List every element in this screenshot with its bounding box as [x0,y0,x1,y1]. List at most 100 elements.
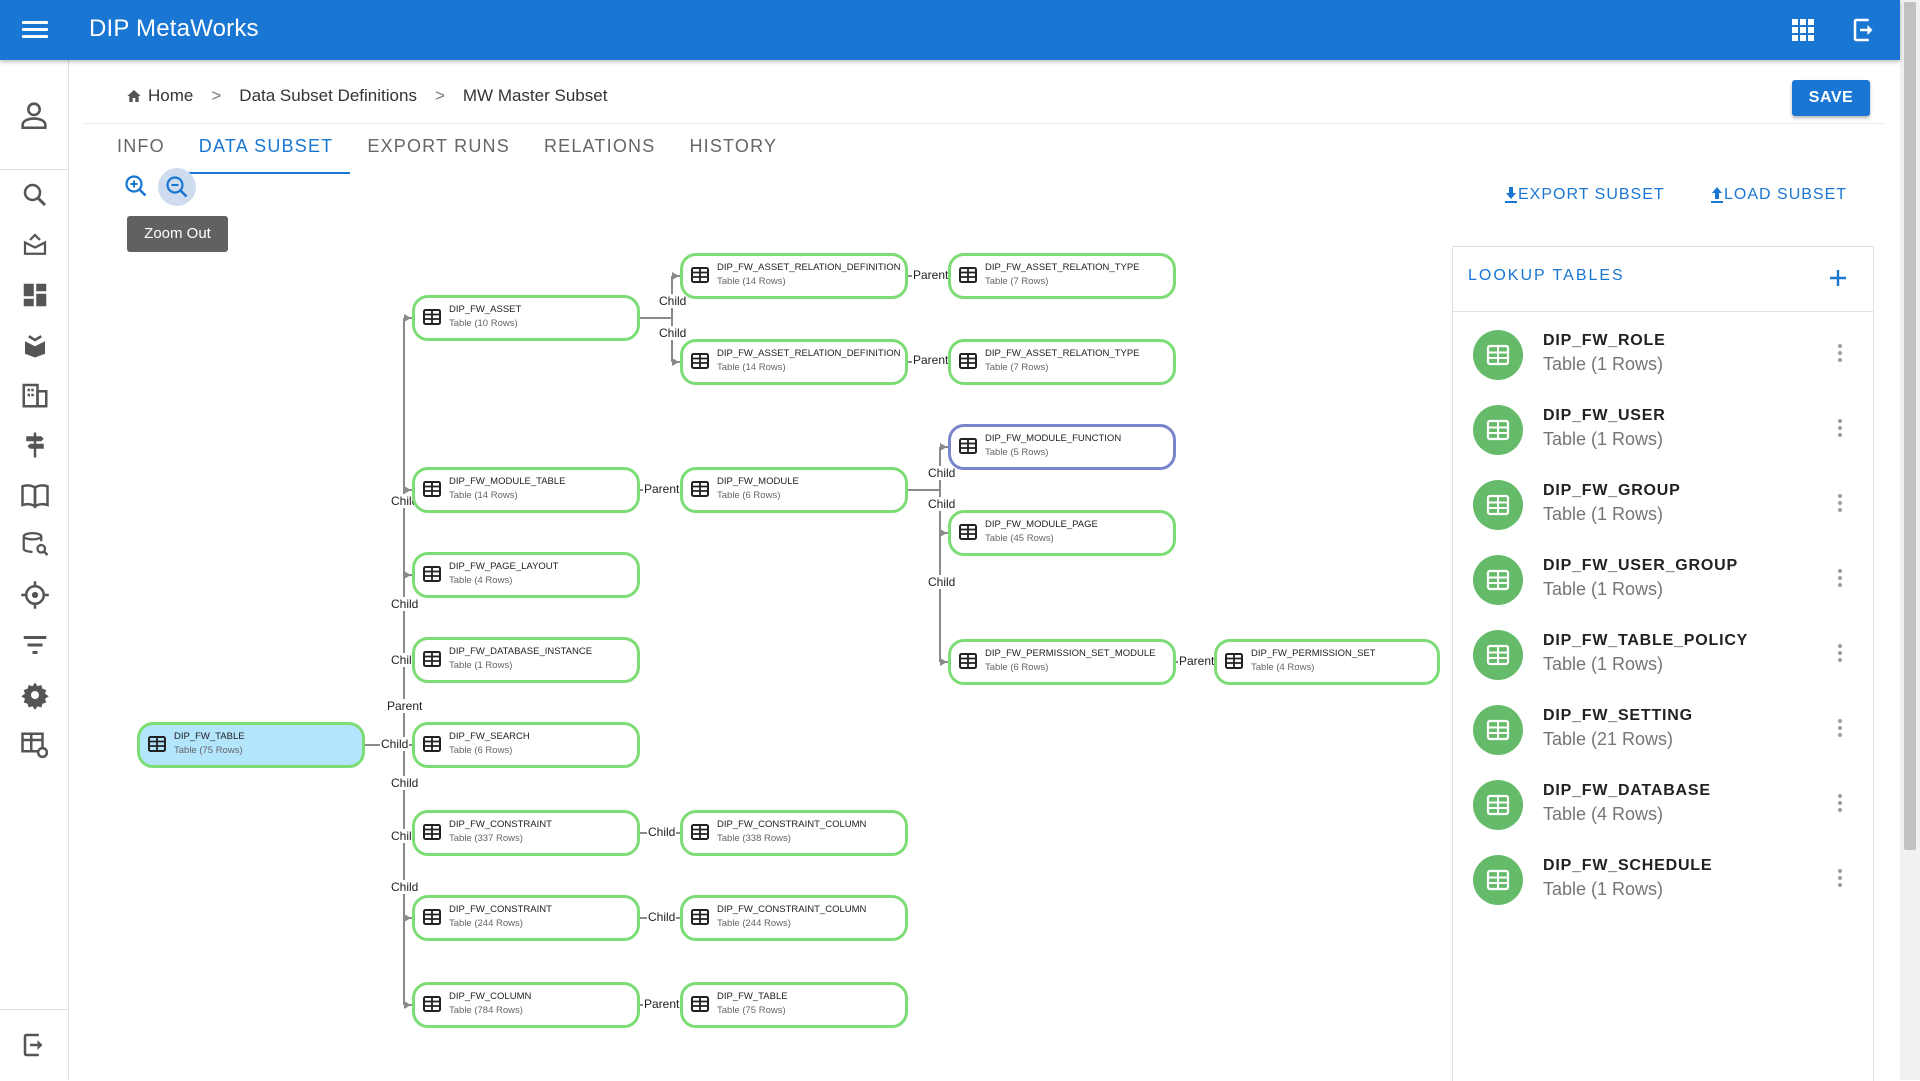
lookup-table-row[interactable]: DIP_FW_SCHEDULE Table (1 Rows) [1453,843,1873,918]
table-icon [691,353,709,374]
table-node[interactable]: DIP_FW_TABLE Table (75 Rows) [680,982,908,1028]
table-avatar-icon [1473,330,1523,380]
table-node[interactable]: DIP_FW_MODULE_TABLE Table (14 Rows) [412,467,640,513]
scrollbar-thumb[interactable] [1904,2,1916,850]
table-node[interactable]: DIP_FW_CONSTRAINT Table (244 Rows) [412,895,640,941]
table-icon [423,309,441,330]
more-vert-icon[interactable] [1828,342,1852,366]
table-node[interactable]: DIP_FW_ASSET_RELATION_TYPE Table (7 Rows) [948,339,1176,385]
more-vert-icon[interactable] [1828,717,1852,741]
table-icon [423,909,441,930]
lookup-table-rows: Table (1 Rows) [1543,879,1664,899]
lookup-table-rows: Table (1 Rows) [1543,579,1664,599]
more-vert-icon[interactable] [1828,492,1852,516]
table-node[interactable]: DIP_FW_MODULE Table (6 Rows) [680,467,908,513]
table-node[interactable]: DIP_FW_SEARCH Table (6 Rows) [412,722,640,768]
table-node[interactable]: DIP_FW_PERMISSION_SET_MODULE Table (6 Row… [948,639,1176,685]
lookup-table-row[interactable]: DIP_FW_SETTING Table (21 Rows) [1453,693,1873,768]
edge-label: Child [658,294,688,308]
edge-label: Child [390,880,420,894]
table-icon [1225,653,1243,674]
menu-icon[interactable] [22,18,48,42]
table-icon [423,736,441,757]
export-subset-label: EXPORT SUBSET [1518,186,1665,203]
more-vert-icon[interactable] [1828,792,1852,816]
lookup-table-row[interactable]: DIP_FW_DATABASE Table (4 Rows) [1453,768,1873,843]
load-subset-label: LOAD SUBSET [1724,186,1848,203]
table-node[interactable]: DIP_FW_ASSET_RELATION_DEFINITION Table (1… [680,339,908,385]
edge-label: Child [390,776,420,790]
table-avatar-icon [1473,555,1523,605]
table-icon [423,481,441,502]
more-vert-icon[interactable] [1828,417,1852,441]
save-button[interactable]: SAVE [1792,80,1870,116]
lookup-table-name: DIP_FW_SCHEDULE [1543,857,1713,874]
table-avatar-icon [1473,855,1523,905]
table-node[interactable]: DIP_FW_COLUMN Table (784 Rows) [412,982,640,1028]
table-node[interactable]: DIP_FW_DATABASE_INSTANCE Table (1 Rows) [412,637,640,683]
table-node[interactable]: DIP_FW_ASSET_RELATION_DEFINITION Table (1… [680,253,908,299]
lookup-table-row[interactable]: DIP_FW_ROLE Table (1 Rows) [1453,318,1873,393]
edge-label: Parent [912,353,950,367]
edge-label: Child [647,825,677,839]
app-bar: DIP MetaWorks [0,0,1900,60]
table-node[interactable]: DIP_FW_ASSET_RELATION_TYPE Table (7 Rows) [948,253,1176,299]
lookup-table-rows: Table (4 Rows) [1543,804,1664,824]
edge-label: Parent [912,268,950,282]
lookup-table-rows: Table (1 Rows) [1543,429,1664,449]
lookup-table-row[interactable]: DIP_FW_USER_GROUP Table (1 Rows) [1453,543,1873,618]
more-vert-icon[interactable] [1828,642,1852,666]
edge-label: Child [927,497,957,511]
lookup-table-name: DIP_FW_ROLE [1543,332,1666,349]
lookup-panel-title: LOOKUP TABLES [1468,267,1625,284]
lookup-table-name: DIP_FW_TABLE_POLICY [1543,632,1749,649]
table-node[interactable]: DIP_FW_CONSTRAINT_COLUMN Table (244 Rows) [680,895,908,941]
export-subset-button[interactable]: EXPORT SUBSET [1504,186,1665,204]
table-icon [691,824,709,845]
table-icon [691,996,709,1017]
table-icon [959,653,977,674]
load-subset-button[interactable]: LOAD SUBSET [1710,186,1847,204]
lookup-table-row[interactable]: DIP_FW_USER Table (1 Rows) [1453,393,1873,468]
table-node[interactable]: DIP_FW_PAGE_LAYOUT Table (4 Rows) [412,552,640,598]
lookup-table-row[interactable]: DIP_FW_GROUP Table (1 Rows) [1453,468,1873,543]
edge-label: Child [647,910,677,924]
more-vert-icon[interactable] [1828,567,1852,591]
table-node[interactable]: DIP_FW_MODULE_PAGE Table (45 Rows) [948,510,1176,556]
table-icon [959,353,977,374]
table-avatar-icon [1473,705,1523,755]
table-icon [691,909,709,930]
edge-label: Child [390,597,420,611]
table-avatar-icon [1473,780,1523,830]
table-avatar-icon [1473,480,1523,530]
apps-grid-icon[interactable] [1792,19,1814,41]
table-node[interactable]: DIP_FW_ASSET Table (10 Rows) [412,295,640,341]
table-node[interactable]: DIP_FW_MODULE_FUNCTION Table (5 Rows) [948,424,1176,470]
lookup-table-name: DIP_FW_GROUP [1543,482,1681,499]
table-node[interactable]: DIP_FW_TABLE Table (75 Rows) [137,722,365,768]
table-icon [691,481,709,502]
lookup-table-rows: Table (21 Rows) [1543,729,1674,749]
more-vert-icon[interactable] [1828,867,1852,891]
lookup-table-rows: Table (1 Rows) [1543,654,1664,674]
lookup-table-rows: Table (1 Rows) [1543,354,1664,374]
vertical-scrollbar[interactable] [1900,0,1920,1080]
table-avatar-icon [1473,630,1523,680]
download-icon [1505,187,1517,203]
edge-label: Child [658,326,688,340]
table-node[interactable]: DIP_FW_CONSTRAINT_COLUMN Table (338 Rows) [680,810,908,856]
edge-label: Child [927,466,957,480]
lookup-table-rows: Table (1 Rows) [1543,504,1664,524]
edge-label: Child [380,737,410,751]
lookup-table-row[interactable]: DIP_FW_TABLE_POLICY Table (1 Rows) [1453,618,1873,693]
add-lookup-icon[interactable] [1824,264,1852,292]
table-node[interactable]: DIP_FW_PERMISSION_SET Table (4 Rows) [1214,639,1440,685]
table-icon [423,651,441,672]
table-avatar-icon [1473,405,1523,455]
table-node[interactable]: DIP_FW_CONSTRAINT Table (337 Rows) [412,810,640,856]
table-icon [691,267,709,288]
lookup-table-name: DIP_FW_USER_GROUP [1543,557,1738,574]
logout-icon[interactable] [1850,15,1880,45]
table-icon [959,438,977,459]
table-icon [959,267,977,288]
